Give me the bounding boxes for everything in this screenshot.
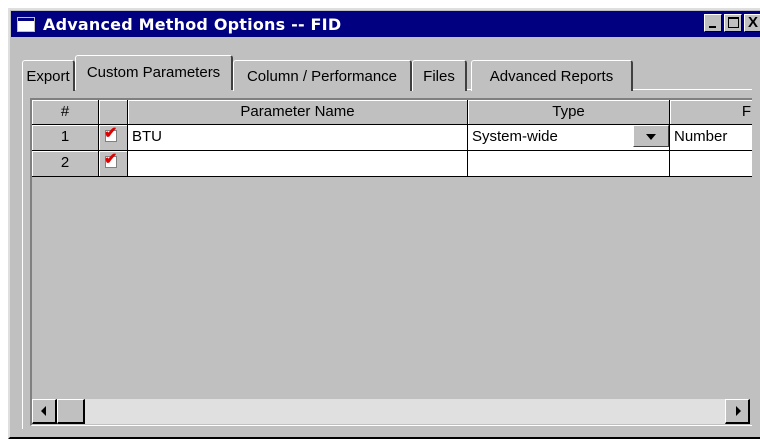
column-header-number[interactable]: #: [32, 100, 99, 125]
row-2-format[interactable]: [670, 151, 752, 177]
row-1-type-value: System-wide: [472, 128, 558, 145]
row-2-enabled-checkbox[interactable]: ✔: [99, 151, 128, 177]
tab-column-performance[interactable]: Column / Performance: [233, 60, 412, 91]
scroll-left-button[interactable]: [32, 399, 57, 424]
row-2-type[interactable]: [468, 151, 670, 177]
scroll-right-button[interactable]: [725, 399, 750, 424]
tab-export[interactable]: Export: [22, 60, 75, 91]
window-title: Advanced Method Options -- FID: [43, 14, 342, 34]
parameters-grid[interactable]: # Parameter Name Type F 1 ✔ BTU System-w…: [30, 98, 752, 426]
checkmark-icon: ✔: [104, 125, 118, 142]
tab-files[interactable]: Files: [412, 60, 467, 91]
tab-custom-parameters[interactable]: Custom Parameters: [75, 55, 233, 90]
row-1-type-select[interactable]: System-wide: [468, 125, 670, 151]
row-1-parameter-name[interactable]: BTU: [128, 125, 468, 151]
title-bar[interactable]: Advanced Method Options -- FID X: [11, 11, 760, 37]
tab-advanced-reports[interactable]: Advanced Reports: [471, 60, 633, 91]
row-1-enabled-checkbox[interactable]: ✔: [99, 125, 128, 151]
column-header-enabled[interactable]: [99, 100, 128, 125]
row-header-2[interactable]: 2: [32, 151, 99, 177]
minimize-button[interactable]: [704, 14, 722, 32]
row-2-parameter-name[interactable]: [128, 151, 468, 177]
row-header-1[interactable]: 1: [32, 125, 99, 151]
column-header-type[interactable]: Type: [468, 100, 670, 125]
column-header-parameter-name[interactable]: Parameter Name: [128, 100, 468, 125]
horizontal-scrollbar[interactable]: [32, 399, 750, 424]
close-button[interactable]: X: [744, 14, 760, 32]
column-header-format[interactable]: F: [670, 100, 752, 125]
scroll-thumb[interactable]: [57, 399, 85, 424]
window-icon[interactable]: [17, 16, 35, 32]
checkmark-icon: ✔: [104, 151, 118, 168]
chevron-down-icon[interactable]: [633, 125, 669, 147]
tab-strip: Export Custom Parameters Column / Perfor…: [22, 55, 722, 91]
row-1-format[interactable]: Number: [670, 125, 752, 151]
maximize-button[interactable]: [724, 14, 742, 32]
